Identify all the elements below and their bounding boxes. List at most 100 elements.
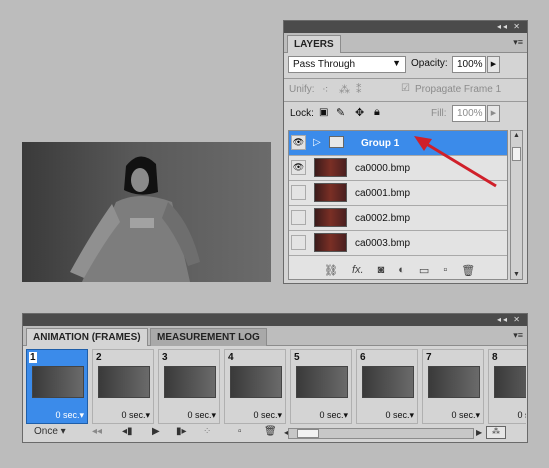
visibility-toggle-off[interactable]	[291, 210, 306, 225]
frame-delay[interactable]: 0 sec.▾	[451, 410, 480, 421]
play-icon[interactable]: ▶	[152, 426, 160, 437]
next-frame-icon[interactable]: ▮▸	[176, 426, 187, 437]
frame-number: 8	[491, 352, 499, 363]
frame-thumbnail	[164, 366, 216, 398]
lock-image-brush-icon[interactable]: ✎	[336, 106, 345, 119]
divider	[284, 78, 527, 79]
scroll-up-icon[interactable]: ▲	[513, 132, 520, 139]
layers-scrollbar[interactable]: ▲ ▼	[510, 130, 523, 280]
frame-delay[interactable]: 0 sec.▾	[253, 410, 282, 421]
first-frame-icon[interactable]: ◂◂	[92, 426, 102, 437]
loop-select[interactable]: Once ▾	[34, 426, 66, 437]
blend-mode-select[interactable]: Pass Through ▼	[288, 56, 406, 73]
layer-name: ca0001.bmp	[355, 188, 411, 199]
unify-style-icon[interactable]: ⁑	[356, 83, 362, 96]
woman-silhouette-image	[70, 156, 200, 282]
frame-delay[interactable]: 0 sec.▾	[187, 410, 216, 421]
lock-transparent-icon[interactable]: ▣	[319, 107, 328, 118]
frame-delay[interactable]: 0 sec.▾	[517, 410, 526, 421]
frames-scrollbar[interactable]	[288, 428, 474, 439]
unify-position-icon[interactable]: ⁖	[322, 83, 328, 96]
propagate-checkbox[interactable]: ☑	[401, 83, 410, 94]
chevron-down-icon: ▼	[392, 58, 401, 68]
layers-titlebar[interactable]: ◂◂ ✕	[284, 21, 527, 33]
frame-1[interactable]: 1 0 sec.▾	[26, 349, 88, 424]
scroll-thumb[interactable]	[512, 147, 521, 161]
eye-visibility-icon[interactable]: 👁︎	[291, 135, 306, 150]
frame-7[interactable]: 7 0 sec.▾	[422, 349, 484, 424]
propagate-label: Propagate Frame 1	[415, 84, 502, 95]
frame-delay[interactable]: 0 sec.▾	[385, 410, 414, 421]
expand-triangle-icon[interactable]: ▷	[313, 137, 321, 148]
adjustment-layer-icon[interactable]: ◐	[398, 264, 405, 277]
fill-slider-button[interactable]: ▶	[487, 105, 500, 122]
frame-strip: 1 0 sec.▾ 2 0 sec.▾ 3 0 sec.▾ 4 0 sec.▾ …	[26, 349, 526, 424]
delete-frame-trash-icon[interactable]: 🗑︎	[264, 426, 277, 437]
frame-thumbnail	[98, 366, 150, 398]
animation-controls: Once ▾ ◂◂ ◂▮ ▶ ▮▸ ⁘ ▫ 🗑︎ ◀ ▶ ⁂	[26, 426, 526, 441]
collapse-icon[interactable]: ◂◂ ✕	[497, 22, 522, 31]
layers-footer: ⛓ fx. ◙ ◐ ▭ ▫ 🗑︎	[324, 264, 475, 277]
lock-position-move-icon[interactable]: ✥	[355, 106, 364, 119]
tab-measurement-log[interactable]: MEASUREMENT LOG	[150, 328, 267, 346]
fill-input[interactable]: 100%	[452, 105, 486, 122]
new-layer-icon[interactable]: ▫	[443, 264, 447, 277]
duplicate-frame-icon[interactable]: ▫	[238, 426, 242, 437]
lock-all-icon[interactable]: 🔒︎	[374, 106, 380, 119]
opacity-label: Opacity:	[411, 58, 448, 69]
link-layers-icon[interactable]: ⛓	[324, 264, 338, 277]
scroll-right-icon[interactable]: ▶	[476, 428, 482, 437]
collapse-icon[interactable]: ◂◂ ✕	[497, 315, 522, 324]
folder-icon	[329, 136, 344, 148]
panel-menu-icon[interactable]: ▾≡	[513, 37, 523, 48]
frame-6[interactable]: 6 0 sec.▾	[356, 349, 418, 424]
frame-number: 1	[29, 352, 37, 363]
frame-4[interactable]: 4 0 sec.▾	[224, 349, 286, 424]
previous-frame-icon[interactable]: ◂▮	[122, 426, 133, 437]
frame-delay[interactable]: 0 sec.▾	[55, 410, 84, 421]
tab-layers[interactable]: LAYERS	[287, 35, 341, 53]
frame-8[interactable]: 8 0 sec.▾	[488, 349, 526, 424]
opacity-input[interactable]: 100%	[452, 56, 486, 73]
animation-tab-row: ANIMATION (FRAMES) MEASUREMENT LOG ▾≡	[23, 326, 527, 346]
visibility-toggle-off[interactable]	[291, 185, 306, 200]
eye-visibility-icon[interactable]: 👁︎	[291, 160, 306, 175]
tween-icon[interactable]: ⁘	[203, 426, 211, 437]
frame-number: 4	[227, 352, 235, 363]
layer-thumbnail	[314, 208, 347, 227]
frame-delay[interactable]: 0 sec.▾	[319, 410, 348, 421]
fill-label: Fill:	[431, 108, 447, 119]
layer-thumbnail	[314, 183, 347, 202]
frame-2[interactable]: 2 0 sec.▾	[92, 349, 154, 424]
new-group-icon[interactable]: ▭	[419, 264, 429, 277]
frame-5[interactable]: 5 0 sec.▾	[290, 349, 352, 424]
layer-row[interactable]: ca0002.bmp	[289, 206, 507, 231]
unify-visibility-icon[interactable]: ⁂	[339, 83, 350, 96]
frame-3[interactable]: 3 0 sec.▾	[158, 349, 220, 424]
tab-animation-frames[interactable]: ANIMATION (FRAMES)	[26, 328, 148, 346]
layer-thumbnail	[314, 233, 347, 252]
scroll-thumb[interactable]	[297, 429, 319, 438]
frame-number: 7	[425, 352, 433, 363]
frame-thumbnail	[428, 366, 480, 398]
frame-delay[interactable]: 0 sec.▾	[121, 410, 150, 421]
blend-mode-value: Pass Through	[293, 59, 356, 70]
animation-titlebar[interactable]: ◂◂ ✕	[23, 314, 527, 326]
animation-panel: ◂◂ ✕ ANIMATION (FRAMES) MEASUREMENT LOG …	[22, 313, 528, 443]
add-mask-icon[interactable]: ◙	[378, 264, 385, 277]
layer-thumbnail	[314, 158, 347, 177]
timeline-mode-icon[interactable]: ⁂	[486, 426, 506, 439]
visibility-toggle-off[interactable]	[291, 235, 306, 250]
scroll-down-icon[interactable]: ▼	[513, 271, 520, 278]
fx-icon[interactable]: fx.	[352, 264, 364, 277]
frame-thumbnail	[230, 366, 282, 398]
layer-name: Group 1	[361, 138, 400, 149]
frame-thumbnail	[296, 366, 348, 398]
canvas-photo	[22, 142, 271, 282]
delete-trash-icon[interactable]: 🗑︎	[461, 264, 475, 277]
panel-menu-icon[interactable]: ▾≡	[513, 330, 523, 341]
layer-row[interactable]: ca0003.bmp	[289, 231, 507, 256]
opacity-slider-button[interactable]: ▶	[487, 56, 500, 73]
frame-number: 2	[95, 352, 103, 363]
annotation-arrow	[414, 136, 497, 188]
